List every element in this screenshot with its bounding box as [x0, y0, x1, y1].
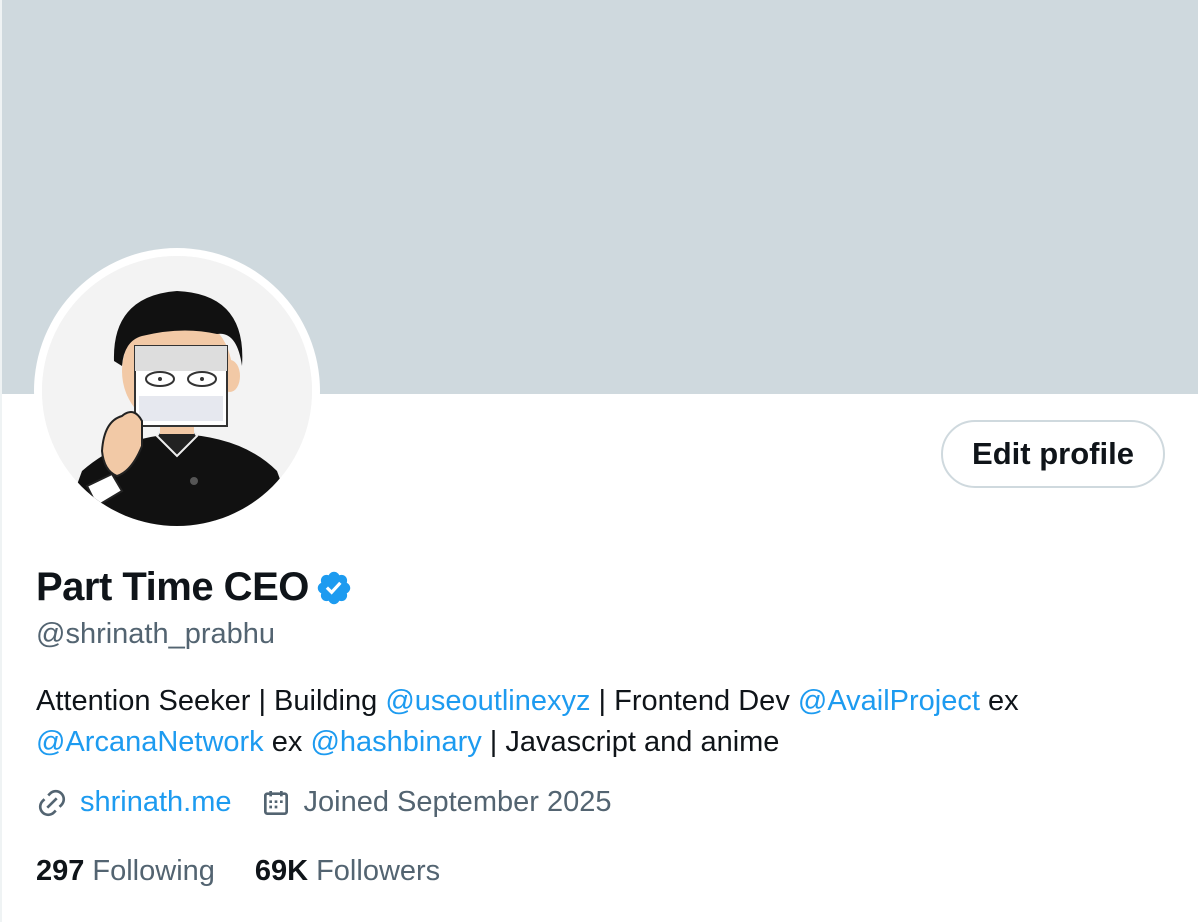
mention-link[interactable]: @hashbinary: [310, 726, 481, 758]
avatar-frame[interactable]: [34, 248, 320, 534]
joined-date: Joined September 2025: [303, 786, 612, 818]
profile-meta: shrinath.me Joined September 2025: [36, 786, 611, 819]
bio-text: | Frontend Dev: [590, 685, 798, 717]
edit-profile-button[interactable]: Edit profile: [941, 420, 1165, 488]
bio-text: | Javascript and anime: [481, 726, 780, 758]
follow-stats: 297 Following 69K Followers: [36, 855, 440, 888]
mention-link[interactable]: @useoutlinexyz: [385, 685, 590, 717]
display-name: Part Time CEO: [36, 565, 309, 609]
bio-text: Attention Seeker | Building: [36, 685, 386, 717]
following-label: Following: [92, 855, 215, 887]
avatar[interactable]: [42, 256, 312, 526]
followers-label: Followers: [316, 855, 441, 887]
verified-badge-icon[interactable]: [315, 569, 353, 607]
followers-count: 69K: [254, 855, 309, 887]
mention-link[interactable]: @AvailProject: [798, 685, 980, 717]
name-row: Part Time CEO: [36, 565, 353, 610]
bio-text: ex: [979, 685, 1019, 717]
link-icon: [38, 789, 66, 816]
bio-text: ex: [263, 726, 311, 758]
calendar-icon: [263, 790, 288, 815]
joined-item: Joined September 2025: [260, 786, 612, 819]
followers-link[interactable]: 69K Followers: [255, 855, 440, 888]
mention-link[interactable]: @ArcanaNetwork: [36, 726, 264, 758]
website-item[interactable]: shrinath.me: [36, 786, 232, 819]
website-link[interactable]: shrinath.me: [80, 786, 232, 819]
following-count: 297: [36, 855, 85, 887]
following-link[interactable]: 297 Following: [36, 855, 215, 888]
profile-bio: Attention Seeker | Building @useoutlinex…: [36, 681, 1156, 763]
profile-handle: @shrinath_prabhu: [36, 618, 276, 650]
